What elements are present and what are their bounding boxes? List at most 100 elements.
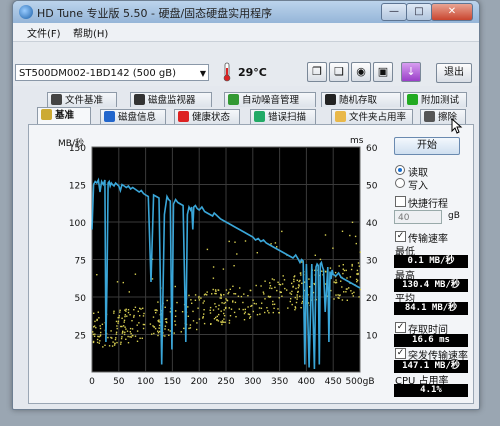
chart-access-point — [222, 268, 225, 270]
chart-access-point — [319, 258, 322, 261]
chart-access-point — [357, 272, 359, 275]
chart-access-point — [93, 325, 96, 327]
chart-access-point — [359, 288, 361, 291]
chart-access-point — [294, 309, 296, 311]
close-button[interactable]: ✕ — [431, 3, 473, 21]
chart-access-point — [276, 289, 278, 292]
chart-access-point — [93, 312, 95, 314]
read-radio[interactable] — [395, 165, 405, 175]
tab-health[interactable]: 健康状态 — [174, 109, 240, 124]
tab-disk-info[interactable]: 磁盘信息 — [100, 109, 166, 124]
chart-access-point — [341, 299, 344, 301]
chart-access-point — [158, 327, 160, 329]
chart-access-point — [158, 319, 160, 321]
burst-checkbox[interactable]: ✓ — [395, 348, 406, 359]
chart-access-point — [289, 292, 291, 294]
chart-access-point — [120, 325, 122, 328]
maximize-button[interactable]: □ — [406, 3, 432, 21]
chart-access-point — [220, 321, 222, 323]
drive-select[interactable]: ST500DM002-1BD142 (500 gB) ▼ — [15, 64, 209, 81]
chart-x-tick: 350 — [271, 377, 288, 387]
chart-access-point — [272, 311, 274, 314]
exit-button[interactable]: 退出 — [436, 63, 472, 83]
chart-access-point — [93, 335, 96, 337]
chart-access-point — [334, 271, 337, 274]
tab-file-benchmark[interactable]: 文件基准 — [47, 92, 117, 107]
chart-access-point — [142, 307, 144, 309]
chart-access-point — [211, 293, 213, 295]
tab-error-scan[interactable]: 错误扫描 — [250, 109, 316, 124]
download-icon[interactable]: ↓ — [401, 62, 421, 82]
menu-file[interactable]: 文件(F) — [27, 25, 61, 40]
tab-random-access[interactable]: 随机存取 — [321, 92, 401, 107]
chart-access-point — [256, 252, 258, 254]
tab-disk-monitor[interactable]: 磁盘监视器 — [130, 92, 212, 107]
chart-access-point — [273, 307, 275, 309]
chart-access-point — [286, 289, 288, 291]
chart-access-point — [114, 338, 117, 341]
chart-access-point — [96, 338, 99, 341]
chart-access-point — [223, 294, 225, 296]
chart-access-point — [125, 328, 127, 330]
chart-access-point — [203, 322, 206, 325]
chart-access-point — [301, 282, 303, 284]
chart-access-point — [99, 340, 101, 342]
write-radio[interactable] — [395, 178, 405, 188]
chart-access-point — [264, 311, 266, 314]
chart-access-point — [151, 278, 154, 280]
chart-access-point — [296, 279, 298, 281]
chart-access-point — [97, 311, 99, 313]
chart-access-point — [242, 301, 244, 304]
chart-access-point — [206, 294, 208, 296]
quick-stepper[interactable]: 40 — [394, 210, 442, 224]
transfer-checkbox[interactable]: ✓ — [395, 231, 406, 242]
chart-access-point — [140, 308, 142, 310]
chart-access-point — [335, 294, 337, 296]
chart-access-point — [267, 296, 270, 298]
chart-access-point — [224, 301, 227, 304]
chart-access-point — [191, 302, 193, 304]
chart-access-point — [97, 335, 99, 338]
speaker-icon — [228, 94, 239, 105]
chart-access-point — [129, 331, 131, 333]
start-button[interactable]: 开始 — [394, 137, 460, 155]
chart-access-point — [277, 281, 279, 283]
chart-access-point — [237, 295, 240, 297]
chart-access-point — [244, 308, 246, 311]
minimize-button[interactable]: — — [381, 3, 407, 21]
menu-help[interactable]: 帮助(H) — [73, 25, 108, 40]
tab-benchmark[interactable]: 基准 — [37, 107, 91, 124]
chart-access-point — [351, 265, 353, 267]
chart-access-point — [154, 309, 156, 311]
chart-access-point — [122, 325, 125, 327]
temperature-readout: 29°C — [238, 66, 267, 79]
drive-select-value: ST500DM002-1BD142 (500 gB) — [19, 68, 177, 79]
chart-access-point — [248, 313, 251, 316]
chart-access-point — [187, 315, 189, 317]
access-checkbox[interactable]: ✓ — [395, 322, 406, 333]
tab-aam[interactable]: 自动噪音管理 — [224, 92, 316, 107]
chart-access-point — [149, 323, 152, 325]
chart-access-point — [271, 278, 274, 280]
quick-checkbox[interactable] — [395, 196, 406, 207]
chart-access-point — [352, 295, 354, 297]
chart-access-point — [278, 297, 280, 299]
copy-info-icon[interactable]: ❏ — [329, 62, 349, 82]
chart-y-tick-left: 50 — [75, 294, 87, 304]
save-icon[interactable]: ▣ — [373, 62, 393, 82]
screenshot-icon[interactable]: ◉ — [351, 62, 371, 82]
tab-extra-tests[interactable]: 附加测试 — [403, 92, 467, 107]
chart-access-point — [223, 309, 225, 311]
benchmark-chart: 1501251007550256050403020100 50 100 150 200 2… — [69, 144, 378, 387]
avg-value: 84.1 MB/秒 — [394, 302, 468, 315]
write-label: 写入 — [408, 181, 428, 192]
chart-access-point — [194, 299, 197, 301]
chart-access-point — [141, 337, 143, 339]
chart-access-point — [324, 270, 327, 273]
chart-y-tick-right: 30 — [366, 257, 378, 267]
tab-folder-usage[interactable]: 文件夹占用率 — [331, 109, 413, 124]
copy-text-icon[interactable]: ❐ — [307, 62, 327, 82]
chart-access-point — [119, 311, 121, 313]
chart-access-point — [212, 266, 215, 268]
chart-access-point — [277, 308, 279, 310]
